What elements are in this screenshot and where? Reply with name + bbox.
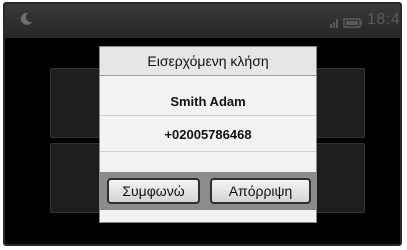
display-screen: 18:49 Εισερχόμενη κλήση Smith Adam +0200… xyxy=(3,2,402,246)
divider xyxy=(100,115,316,116)
moon-icon xyxy=(20,12,32,25)
clock-time: 18:49 xyxy=(367,11,401,28)
status-bar: 18:49 xyxy=(5,4,400,38)
divider xyxy=(100,151,316,152)
reject-call-button[interactable]: Απόρριψη xyxy=(210,178,311,204)
signal-battery-icon xyxy=(330,18,362,28)
accept-call-button[interactable]: Συμφωνώ xyxy=(107,178,200,204)
dialog-title: Εισερχόμενη κλήση xyxy=(100,47,316,76)
caller-number: +02005786468 xyxy=(164,127,252,142)
caller-name: Smith Adam xyxy=(170,94,246,109)
incoming-call-dialog: Εισερχόμενη κλήση Smith Adam +0200578646… xyxy=(99,46,317,223)
dialog-button-bar: Συμφωνώ Απόρριψη xyxy=(100,172,316,210)
